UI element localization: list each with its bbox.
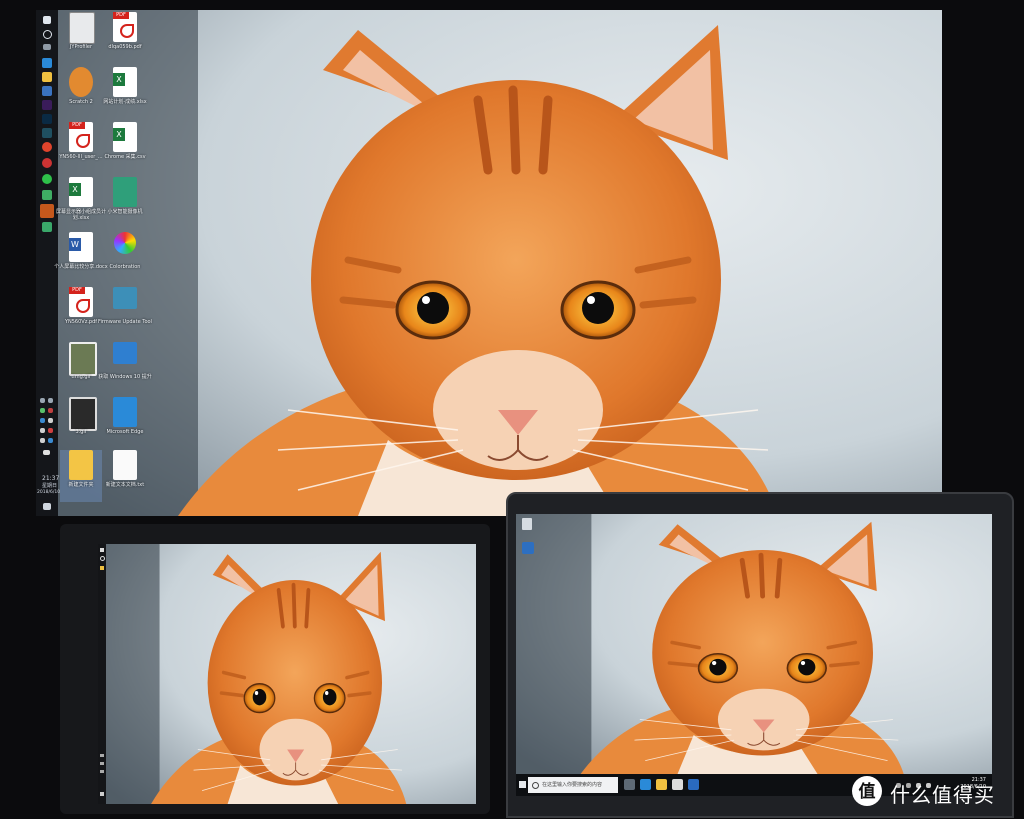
desktop-icon-txt[interactable]: 新建文本文档.txt [104, 450, 146, 502]
tray-icon[interactable] [40, 408, 45, 413]
desktop-icon-firmware-tool[interactable]: Firmware Update Tool [98, 287, 152, 339]
desktop-icon-gif[interactable]: timg.gif [60, 342, 102, 394]
watermark: 值 什么值得买 [852, 776, 1020, 808]
tray-icon[interactable] [48, 408, 53, 413]
desktop-icon-edge[interactable]: Microsoft Edge [104, 397, 146, 449]
task-view-icon[interactable] [624, 779, 635, 790]
desktop-icon-pdf[interactable]: dlqa059b.pdf [104, 12, 146, 64]
desktop-icon-jyprofiler[interactable]: JYProfiler [60, 12, 102, 64]
vertical-taskbar: 21:37 星期日 2018/6/10 [36, 10, 60, 516]
pdf-file-icon [69, 287, 93, 317]
app-icon[interactable] [42, 190, 52, 200]
watermark-text: 什么值得买 [890, 783, 995, 807]
premiere-icon[interactable] [42, 100, 52, 110]
desktop-icon-xlsx[interactable]: 屏幕显示器小组成员计划.xlsx [56, 177, 106, 229]
vertical-taskbar [98, 544, 106, 804]
folder-icon[interactable] [100, 566, 104, 570]
image-file-icon [69, 342, 97, 376]
notification-icon[interactable] [100, 792, 104, 796]
desktop-icon-folder[interactable]: 新建文件夹 [60, 450, 102, 502]
task-view-icon[interactable] [43, 44, 51, 50]
tray-icon[interactable] [100, 754, 104, 757]
laptop-device: 在这里输入你要搜索的内容 21:37 2018/6/10 [506, 492, 1014, 818]
qq-icon[interactable] [40, 204, 54, 218]
cat-wallpaper [516, 514, 992, 774]
app-icon[interactable] [42, 222, 52, 232]
app-shortcut-icon[interactable] [522, 542, 534, 554]
main-monitor: 21:37 星期日 2018/6/10 JYProfiler dlqa059b.… [36, 10, 942, 516]
word-file-icon [69, 232, 93, 262]
pdf-file-icon [69, 122, 93, 152]
desktop-icon-pdf[interactable]: YN560-III_user_... [59, 122, 103, 174]
tray-icon[interactable] [48, 428, 53, 433]
tray-icon[interactable] [48, 398, 53, 403]
store-icon[interactable] [42, 86, 52, 96]
tray-icon[interactable] [48, 438, 53, 443]
wechat-icon[interactable] [42, 174, 52, 184]
camera-app-icon [113, 177, 137, 207]
start-icon[interactable] [100, 548, 104, 552]
recycle-bin-icon[interactable] [522, 518, 532, 530]
text-file-icon [113, 450, 137, 480]
tray-icon[interactable] [100, 770, 104, 773]
excel-file-icon [69, 177, 93, 207]
excel-file-icon [113, 67, 137, 97]
cat-wallpaper [58, 10, 942, 516]
explorer-icon[interactable] [42, 72, 52, 82]
search-input[interactable]: 在这里输入你要搜索的内容 [528, 777, 618, 793]
notification-icon[interactable] [43, 503, 51, 510]
edge-icon[interactable] [640, 779, 651, 790]
tray-icon[interactable] [40, 428, 45, 433]
tablet-device [60, 524, 490, 814]
laptop-screen: 在这里输入你要搜索的内容 21:37 2018/6/10 [516, 514, 992, 796]
desktop-icon-mi-camera[interactable]: 小米智能摄像机 [104, 177, 146, 229]
photoshop-icon[interactable] [42, 114, 52, 124]
chrome-icon[interactable] [42, 142, 52, 152]
svg-text:值: 值 [859, 781, 876, 802]
desktop-icon-gif[interactable]: 3.gif [60, 397, 102, 449]
desktop-icons: JYProfiler dlqa059b.pdf Scratch 2 网站计划-成… [54, 10, 152, 516]
explorer-icon[interactable] [656, 779, 667, 790]
app-icon[interactable] [42, 128, 52, 138]
monitor-app-icon [113, 287, 137, 309]
edge-icon[interactable] [42, 58, 52, 68]
desktop-icon-xlsx[interactable]: 网站计划-成绩.xlsx [103, 67, 147, 119]
tray-icon[interactable] [48, 418, 53, 423]
tray-icon[interactable] [40, 398, 45, 403]
scratch-icon [69, 67, 93, 97]
cortana-icon[interactable] [43, 30, 52, 39]
app-icon [69, 12, 95, 44]
colorbration-icon [114, 232, 136, 254]
image-file-icon [69, 397, 97, 431]
desktop-icon-csv[interactable]: Chrome 采集.csv [104, 122, 146, 174]
tray-icon[interactable] [40, 438, 45, 443]
csv-file-icon [113, 122, 137, 152]
desktop-icon-colorbration[interactable]: Colorbration [104, 232, 146, 284]
windows-logo-icon [113, 342, 137, 364]
edge-icon [113, 397, 137, 427]
store-icon[interactable] [672, 779, 683, 790]
tray-icon[interactable] [100, 762, 104, 765]
desktop-icon-win10[interactable]: 获取 Windows 10 提升 [98, 342, 152, 394]
mail-icon[interactable] [688, 779, 699, 790]
start-icon[interactable] [519, 781, 526, 788]
search-icon[interactable] [100, 556, 105, 561]
desktop-icon-scratch[interactable]: Scratch 2 [60, 67, 102, 119]
folder-icon [69, 450, 93, 480]
ime-icon[interactable] [43, 450, 50, 455]
app-icon[interactable] [42, 158, 52, 168]
pdf-file-icon [113, 12, 137, 42]
tray-icon[interactable] [40, 418, 45, 423]
cat-wallpaper [100, 544, 476, 804]
clock-date[interactable]: 2018/6/10 [37, 490, 60, 496]
desktop-icon-pdf[interactable]: YN560Vz.pdf [60, 287, 102, 339]
start-icon[interactable] [43, 16, 51, 24]
watermark-logo-icon: 值 [852, 776, 882, 806]
tablet-screen [98, 544, 476, 804]
desktop-icon-docx[interactable]: 个人屏幕比较分享.docx [54, 232, 108, 284]
